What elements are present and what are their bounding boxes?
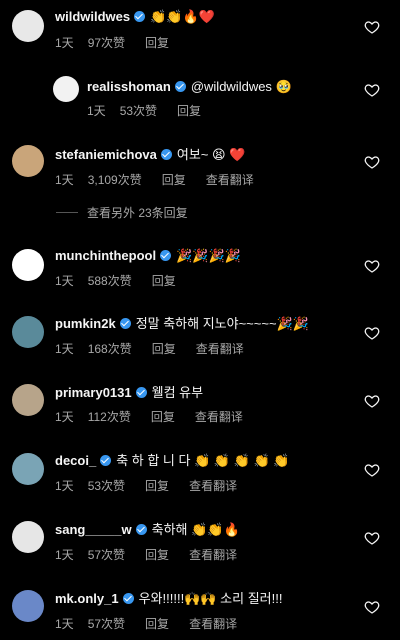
timestamp: 1天 [55, 274, 74, 288]
timestamp: 1天 [55, 548, 74, 562]
reply-button[interactable]: 回复 [145, 546, 169, 563]
comment-body: pumkin2k 정말 축하해 지노야~~~~~🎉🎉 [55, 315, 309, 332]
avatar[interactable] [12, 590, 44, 622]
heart-outline-icon[interactable] [364, 325, 380, 341]
heart-outline-icon[interactable] [364, 82, 380, 98]
verified-badge-icon [119, 318, 131, 329]
comment-meta: 1天 112次赞 回复 查看翻译 [55, 408, 263, 425]
verified-badge-icon [135, 387, 147, 398]
verified-badge-icon [122, 593, 134, 604]
comment-text: 🎉🎉🎉🎉 [176, 248, 241, 263]
heart-outline-icon[interactable] [364, 393, 380, 409]
timestamp: 1天 [87, 104, 106, 118]
comment-body: sang_____w 축하해 👏👏🔥 [55, 521, 240, 538]
username[interactable]: munchinthepool [55, 247, 156, 264]
comment-meta: 1天 3,109次赞 回复 查看翻译 [55, 171, 274, 188]
comment-meta: 1天 57次赞 回复 查看翻译 [55, 615, 257, 632]
view-more-replies-label[interactable]: 查看另外 23条回复 [87, 204, 188, 221]
comment-meta: 1天 53次赞 回复 查看翻译 [55, 477, 257, 494]
comment-body: primary0131 웰컴 유부 [55, 384, 203, 401]
timestamp: 1天 [55, 173, 74, 187]
username[interactable]: primary0131 [55, 384, 132, 401]
see-translation-button[interactable]: 查看翻译 [189, 546, 237, 563]
avatar[interactable] [12, 10, 44, 42]
reply-button[interactable]: 回复 [152, 340, 176, 357]
see-translation-button[interactable]: 查看翻译 [189, 615, 237, 632]
see-translation-button[interactable]: 查看翻译 [206, 171, 254, 188]
comment-body: decoi_ 축 하 합 니 다 👏 👏 👏 👏 👏 [55, 452, 289, 469]
reply-button[interactable]: 回复 [151, 408, 175, 425]
comment-meta: 1天 168次赞 回复 查看翻译 [55, 340, 264, 357]
reply-button[interactable]: 回复 [145, 34, 169, 51]
like-count[interactable]: 97次赞 [88, 34, 125, 51]
comment-text: 여보~ 😫 ❤️ [176, 147, 246, 162]
comment-body: wildwildwes 👏👏🔥❤️ [55, 8, 215, 25]
verified-badge-icon [160, 250, 172, 261]
like-count[interactable]: 57次赞 [88, 615, 125, 632]
heart-outline-icon[interactable] [364, 258, 380, 274]
like-count[interactable]: 57次赞 [88, 546, 125, 563]
comment-body: munchinthepool 🎉🎉🎉🎉 [55, 247, 241, 264]
username[interactable]: wildwildwes [55, 8, 130, 25]
reply-button[interactable]: 回复 [152, 272, 176, 289]
avatar[interactable] [12, 249, 44, 281]
heart-outline-icon[interactable] [364, 154, 380, 170]
verified-badge-icon [160, 149, 172, 160]
avatar[interactable] [53, 76, 79, 102]
comment-meta: 1天 53次赞 回复 [87, 102, 221, 119]
comment-meta: 1天 588次赞 回复 [55, 272, 196, 289]
avatar[interactable] [12, 384, 44, 416]
like-count[interactable]: 112次赞 [88, 408, 131, 425]
like-count[interactable]: 53次赞 [88, 477, 125, 494]
view-more-replies[interactable]: 查看另外 23条回复 [56, 204, 188, 221]
timestamp: 1天 [55, 410, 74, 424]
comment-text: 우와!!!!!!🙌🙌 소리 질러!!! [138, 591, 283, 606]
comment-body: realisshoman @wildwildwes 🥹 [87, 78, 292, 95]
heart-outline-icon[interactable] [364, 530, 380, 546]
divider-dash [56, 212, 78, 213]
verified-badge-icon [135, 524, 147, 535]
comment-text: 👏👏🔥❤️ [150, 9, 215, 24]
comment-body: mk.only_1 우와!!!!!!🙌🙌 소리 질러!!! [55, 590, 282, 607]
like-count[interactable]: 588次赞 [88, 272, 132, 289]
comment-meta: 1天 97次赞 回复 [55, 34, 189, 51]
comment-text: @wildwildwes 🥹 [190, 79, 292, 94]
username[interactable]: stefaniemichova [55, 146, 157, 163]
username[interactable]: realisshoman [87, 78, 171, 95]
comment-meta: 1天 57次赞 回复 查看翻译 [55, 546, 257, 563]
avatar[interactable] [12, 316, 44, 348]
verified-badge-icon [134, 11, 146, 22]
see-translation-button[interactable]: 查看翻译 [196, 340, 244, 357]
heart-outline-icon[interactable] [364, 462, 380, 478]
comment-text: 축하해 👏👏🔥 [151, 522, 240, 537]
comment-text: 웰컴 유부 [151, 385, 204, 400]
reply-button[interactable]: 回复 [162, 171, 186, 188]
avatar[interactable] [12, 145, 44, 177]
username[interactable]: sang_____w [55, 521, 132, 538]
like-count[interactable]: 3,109次赞 [88, 171, 142, 188]
timestamp: 1天 [55, 479, 74, 493]
see-translation-button[interactable]: 查看翻译 [189, 477, 237, 494]
reply-button[interactable]: 回复 [177, 102, 201, 119]
timestamp: 1天 [55, 342, 74, 356]
timestamp: 1天 [55, 617, 74, 631]
timestamp: 1天 [55, 36, 74, 50]
heart-outline-icon[interactable] [364, 19, 380, 35]
verified-badge-icon [100, 455, 112, 466]
avatar[interactable] [12, 521, 44, 553]
username[interactable]: pumkin2k [55, 315, 116, 332]
like-count[interactable]: 53次赞 [120, 102, 157, 119]
reply-button[interactable]: 回复 [145, 615, 169, 632]
like-count[interactable]: 168次赞 [88, 340, 132, 357]
avatar[interactable] [12, 453, 44, 485]
see-translation-button[interactable]: 查看翻译 [195, 408, 243, 425]
username[interactable]: decoi_ [55, 452, 96, 469]
comment-text: 정말 축하해 지노야~~~~~🎉🎉 [135, 316, 309, 331]
comment-body: stefaniemichova 여보~ 😫 ❤️ [55, 146, 245, 163]
verified-badge-icon [174, 81, 186, 92]
heart-outline-icon[interactable] [364, 599, 380, 615]
comment-text: 축 하 합 니 다 👏 👏 👏 👏 👏 [116, 453, 290, 468]
username[interactable]: mk.only_1 [55, 590, 119, 607]
reply-button[interactable]: 回复 [145, 477, 169, 494]
